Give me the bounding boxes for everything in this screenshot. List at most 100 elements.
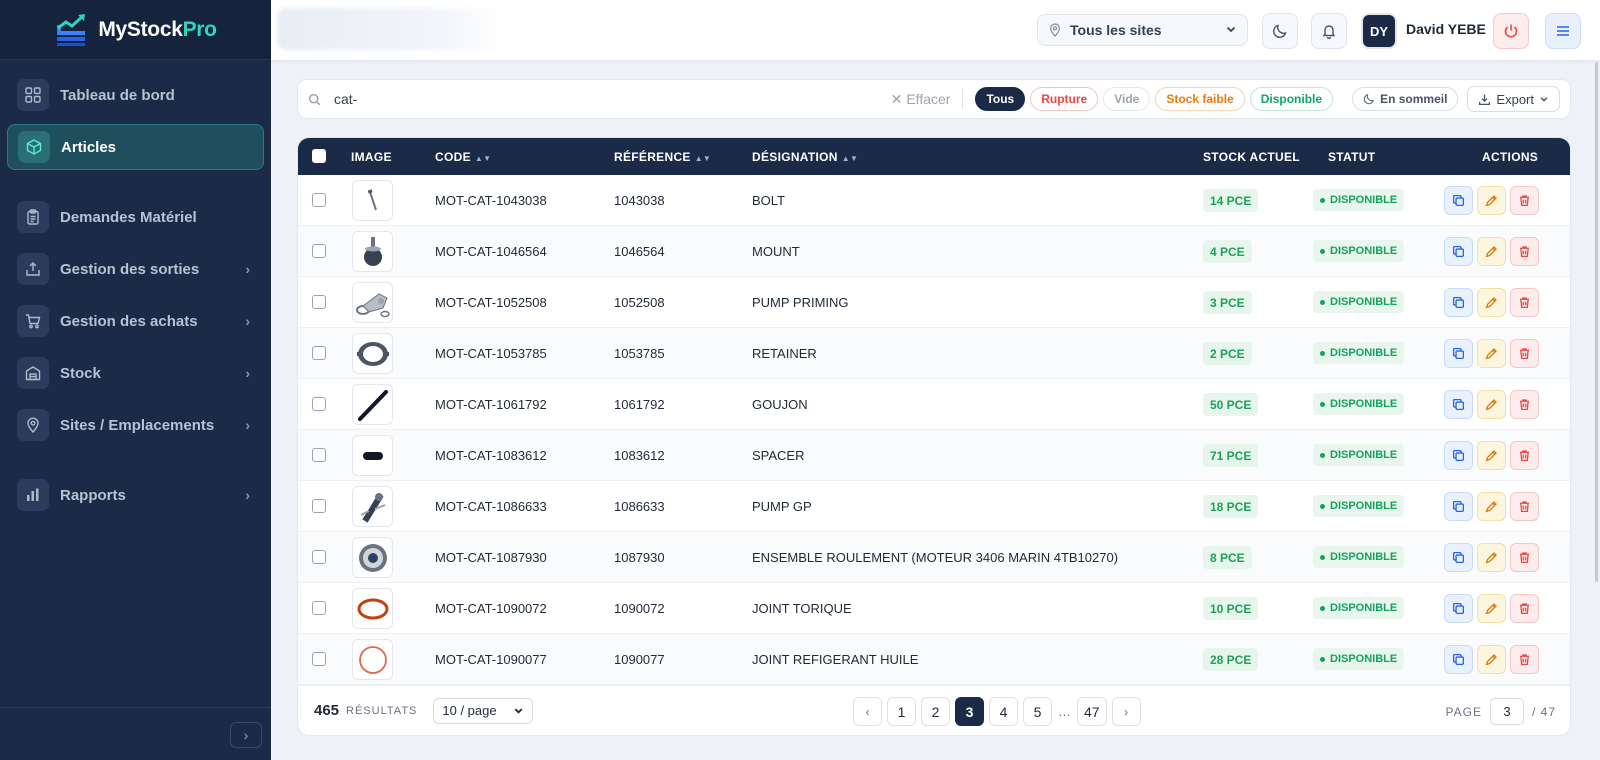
- row-checkbox[interactable]: [312, 346, 326, 360]
- sidebar-item-sites-emplacements[interactable]: Sites / Emplacements ›: [7, 402, 264, 448]
- table-row[interactable]: MOT-CAT-1046564 1046564 MOUNT 4 PCE DISPONIB…: [298, 226, 1570, 277]
- page-button-4[interactable]: 4: [989, 697, 1018, 726]
- delete-button[interactable]: [1510, 288, 1539, 317]
- column-header-reference[interactable]: RÉFÉRENCE ▲▼: [614, 150, 711, 164]
- duplicate-button[interactable]: [1444, 339, 1473, 368]
- per-page-select[interactable]: 10 / page: [433, 697, 533, 724]
- product-image[interactable]: [352, 333, 393, 374]
- select-all-checkbox[interactable]: [312, 149, 326, 163]
- notifications-button[interactable]: [1311, 13, 1347, 49]
- page-input[interactable]: 3: [1489, 698, 1524, 725]
- table-row[interactable]: MOT-CAT-1053785 1053785 RETAINER 2 PCE DISPO…: [298, 328, 1570, 379]
- product-image[interactable]: [352, 435, 393, 476]
- product-image[interactable]: [352, 384, 393, 425]
- delete-button[interactable]: [1510, 441, 1539, 470]
- duplicate-button[interactable]: [1444, 492, 1473, 521]
- user-name[interactable]: David YEBE: [1406, 21, 1486, 37]
- page-button-2[interactable]: 2: [921, 697, 950, 726]
- column-header-designation[interactable]: DÉSIGNATION ▲▼: [752, 150, 858, 164]
- page-button-5[interactable]: 5: [1023, 697, 1052, 726]
- edit-button[interactable]: [1477, 339, 1506, 368]
- sidebar-item-tableau-de-bord[interactable]: Tableau de bord: [7, 72, 264, 118]
- product-image[interactable]: [352, 180, 393, 221]
- duplicate-button[interactable]: [1444, 288, 1473, 317]
- edit-button[interactable]: [1477, 543, 1506, 572]
- delete-button[interactable]: [1510, 645, 1539, 674]
- duplicate-button[interactable]: [1444, 594, 1473, 623]
- filter-chip-stock-faible[interactable]: Stock faible: [1155, 87, 1245, 111]
- duplicate-button[interactable]: [1444, 645, 1473, 674]
- sidebar-item-demandes-materiel[interactable]: Demandes Matériel: [7, 194, 264, 240]
- table-row[interactable]: MOT-CAT-1086633 1086633 PUMP GP 18 PCE DISPO…: [298, 481, 1570, 532]
- delete-button[interactable]: [1510, 543, 1539, 572]
- product-image[interactable]: [352, 639, 393, 680]
- sidebar-item-stock[interactable]: Stock ›: [7, 350, 264, 396]
- row-checkbox[interactable]: [312, 601, 326, 615]
- edit-button[interactable]: [1477, 594, 1506, 623]
- filter-chip-disponible[interactable]: Disponible: [1249, 87, 1334, 111]
- delete-button[interactable]: [1510, 492, 1539, 521]
- table-row[interactable]: MOT-CAT-1061792 1061792 GOUJON 50 PCE DISPON…: [298, 379, 1570, 430]
- product-image[interactable]: [352, 537, 393, 578]
- edit-button[interactable]: [1477, 492, 1506, 521]
- filter-chip-vide[interactable]: Vide: [1103, 87, 1151, 111]
- row-checkbox[interactable]: [312, 550, 326, 564]
- table-row[interactable]: MOT-CAT-1087930 1087930 ENSEMBLE ROULEMENT…: [298, 532, 1570, 583]
- menu-button[interactable]: [1545, 13, 1581, 49]
- row-checkbox[interactable]: [312, 499, 326, 513]
- edit-button[interactable]: [1477, 288, 1506, 317]
- page-button-1[interactable]: 1: [887, 697, 916, 726]
- delete-button[interactable]: [1510, 594, 1539, 623]
- site-select[interactable]: Tous les sites: [1037, 14, 1248, 46]
- row-checkbox[interactable]: [312, 295, 326, 309]
- delete-button[interactable]: [1510, 339, 1539, 368]
- logout-button[interactable]: [1493, 13, 1529, 49]
- theme-toggle-button[interactable]: [1262, 13, 1298, 49]
- row-checkbox[interactable]: [312, 397, 326, 411]
- prev-page-button[interactable]: ‹: [853, 697, 882, 726]
- sidebar-item-gestion-des-sorties[interactable]: Gestion des sorties ›: [7, 246, 264, 292]
- edit-button[interactable]: [1477, 186, 1506, 215]
- delete-button[interactable]: [1510, 237, 1539, 266]
- edit-button[interactable]: [1477, 237, 1506, 266]
- clear-search-button[interactable]: ✕ Effacer: [891, 91, 951, 108]
- avatar[interactable]: DY: [1361, 13, 1397, 49]
- sidebar-item-articles[interactable]: Articles: [7, 124, 264, 170]
- delete-button[interactable]: [1510, 186, 1539, 215]
- sidebar-item-gestion-des-achats[interactable]: Gestion des achats ›: [7, 298, 264, 344]
- duplicate-button[interactable]: [1444, 390, 1473, 419]
- row-checkbox[interactable]: [312, 652, 326, 666]
- export-button[interactable]: Export: [1467, 86, 1560, 112]
- filter-chip-tous[interactable]: Tous: [975, 87, 1026, 111]
- table-row[interactable]: MOT-CAT-1043038 1043038 BOLT 14 PCE DISPONIB…: [298, 175, 1570, 226]
- duplicate-button[interactable]: [1444, 543, 1473, 572]
- row-checkbox[interactable]: [312, 244, 326, 258]
- table-row[interactable]: MOT-CAT-1090077 1090077 JOINT REFIGERANT H…: [298, 634, 1570, 685]
- edit-button[interactable]: [1477, 645, 1506, 674]
- next-page-button[interactable]: ›: [1111, 697, 1141, 726]
- page-scrollbar[interactable]: [1595, 62, 1598, 582]
- table-row[interactable]: MOT-CAT-1090072 1090072 JOINT TORIQUE 10 PC…: [298, 583, 1570, 634]
- page-button-last[interactable]: 47: [1077, 697, 1107, 726]
- search-input[interactable]: [334, 91, 854, 107]
- edit-button[interactable]: [1477, 390, 1506, 419]
- product-image[interactable]: [352, 282, 393, 323]
- duplicate-button[interactable]: [1444, 441, 1473, 470]
- sidebar-collapse-button[interactable]: ›: [230, 722, 262, 748]
- duplicate-button[interactable]: [1444, 186, 1473, 215]
- row-checkbox[interactable]: [312, 448, 326, 462]
- delete-button[interactable]: [1510, 390, 1539, 419]
- product-image[interactable]: [352, 588, 393, 629]
- filter-chip-rupture[interactable]: Rupture: [1030, 87, 1099, 111]
- edit-button[interactable]: [1477, 441, 1506, 470]
- product-image[interactable]: [352, 486, 393, 527]
- table-row[interactable]: MOT-CAT-1083612 1083612 SPACER 71 PCE DISPON…: [298, 430, 1570, 481]
- filter-chip-en-sommeil[interactable]: En sommeil: [1352, 87, 1459, 111]
- page-button-3[interactable]: 3: [955, 697, 984, 726]
- duplicate-button[interactable]: [1444, 237, 1473, 266]
- product-image[interactable]: [352, 231, 393, 272]
- brand-logo[interactable]: MyStockPro: [0, 0, 271, 60]
- column-header-code[interactable]: CODE ▲▼: [435, 150, 491, 164]
- row-checkbox[interactable]: [312, 193, 326, 207]
- table-row[interactable]: MOT-CAT-1052508 1052508 PUMP PRIMING 3 PCE D…: [298, 277, 1570, 328]
